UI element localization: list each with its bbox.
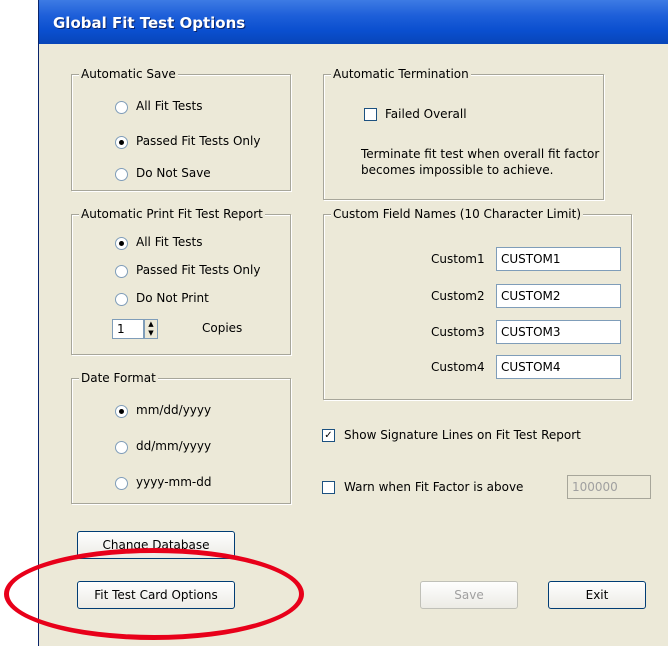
automatic-save-legend: Automatic Save: [79, 67, 178, 81]
radio-date-dmy-label[interactable]: dd/mm/yyyy: [136, 439, 211, 453]
automatic-print-legend: Automatic Print Fit Test Report: [79, 207, 265, 221]
radio-print-all-label[interactable]: All Fit Tests: [136, 235, 202, 249]
highlight-oval: [4, 548, 304, 640]
automatic-termination-legend: Automatic Termination: [331, 67, 471, 81]
termination-description-line1: Terminate fit test when overall fit fact…: [361, 147, 600, 161]
save-button[interactable]: Save: [420, 581, 518, 609]
spinner-down-icon[interactable]: ▼: [145, 329, 157, 338]
failed-overall-label[interactable]: Failed Overall: [385, 107, 467, 121]
copies-input[interactable]: [112, 319, 144, 339]
radio-print-none-label[interactable]: Do Not Print: [136, 291, 209, 305]
radio-save-passed-label[interactable]: Passed Fit Tests Only: [136, 134, 260, 148]
copies-label: Copies: [202, 321, 243, 335]
radio-print-passed-label[interactable]: Passed Fit Tests Only: [136, 263, 260, 277]
date-format-group: Date Format mm/dd/yyyy dd/mm/yyyy yyyy-m…: [71, 371, 291, 504]
custom2-input[interactable]: [496, 284, 621, 308]
custom-field-names-legend: Custom Field Names (10 Character Limit): [331, 207, 584, 221]
warn-fit-factor-input[interactable]: [567, 475, 651, 499]
radio-date-ymd-label[interactable]: yyyy-mm-dd: [136, 475, 211, 489]
custom-field-names-group: Custom Field Names (10 Character Limit) …: [323, 207, 632, 400]
automatic-save-group: Automatic Save All Fit Tests Passed Fit …: [71, 67, 291, 191]
automatic-print-group: Automatic Print Fit Test Report All Fit …: [71, 207, 291, 355]
exit-button[interactable]: Exit: [548, 581, 646, 609]
radio-date-mdy-label[interactable]: mm/dd/yyyy: [136, 403, 211, 417]
custom2-label: Custom2: [431, 289, 485, 303]
custom3-input[interactable]: [496, 320, 621, 344]
radio-save-passed[interactable]: [115, 136, 128, 149]
radio-save-none-label[interactable]: Do Not Save: [136, 166, 211, 180]
copies-spinner[interactable]: ▲ ▼: [144, 319, 158, 339]
radio-print-all[interactable]: [115, 237, 128, 250]
custom4-input[interactable]: [496, 355, 621, 379]
automatic-termination-group: Automatic Termination Failed Overall Ter…: [323, 67, 604, 200]
signature-lines-checkbox[interactable]: ✓: [322, 429, 335, 442]
radio-save-all-label[interactable]: All Fit Tests: [136, 99, 202, 113]
custom1-input[interactable]: [496, 247, 621, 271]
window-title: Global Fit Test Options: [53, 14, 246, 32]
warn-fit-factor-checkbox[interactable]: [322, 481, 335, 494]
radio-date-mdy[interactable]: [115, 405, 128, 418]
radio-save-all[interactable]: [115, 101, 128, 114]
radio-print-none[interactable]: [115, 293, 128, 306]
radio-save-none[interactable]: [115, 168, 128, 181]
title-bar[interactable]: Global Fit Test Options: [39, 0, 668, 44]
signature-lines-label[interactable]: Show Signature Lines on Fit Test Report: [344, 428, 581, 442]
custom1-label: Custom1: [431, 252, 485, 266]
termination-description-line2: becomes impossible to achieve.: [361, 163, 554, 177]
radio-print-passed[interactable]: [115, 265, 128, 278]
custom4-label: Custom4: [431, 360, 485, 374]
custom3-label: Custom3: [431, 325, 485, 339]
failed-overall-checkbox[interactable]: [364, 108, 377, 121]
date-format-legend: Date Format: [79, 371, 158, 385]
spinner-up-icon[interactable]: ▲: [145, 320, 157, 329]
radio-date-dmy[interactable]: [115, 441, 128, 454]
warn-fit-factor-label[interactable]: Warn when Fit Factor is above: [344, 480, 523, 494]
radio-date-ymd[interactable]: [115, 477, 128, 490]
